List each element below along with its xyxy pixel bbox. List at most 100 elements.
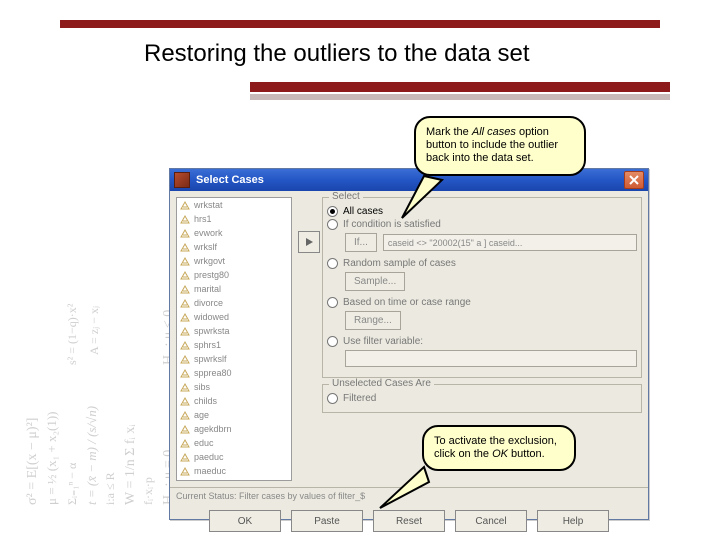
help-button[interactable]: Help [537,510,609,532]
paste-button[interactable]: Paste [291,510,363,532]
variable-type-icon [180,368,191,379]
variable-name: childs [194,396,217,406]
variable-item[interactable]: spwrksta [177,324,291,338]
variable-name: spwrksta [194,326,230,336]
filter-subrow [345,350,637,367]
triangle-right-icon [304,237,314,247]
variable-type-icon [180,382,191,393]
variable-type-icon [180,214,191,225]
option-label: Use filter variable: [343,336,423,347]
variable-type-icon [180,312,191,323]
option-label: Based on time or case range [343,297,471,308]
select-group: Select All cases If condition is satisfi… [322,197,642,378]
slide-accent-bars [250,82,670,100]
option-filtered[interactable]: Filtered [327,393,637,404]
close-button[interactable] [624,171,644,189]
callout-text: button. [508,448,545,460]
slide-top-bar [60,20,660,28]
callout-tail [374,464,434,514]
ok-button[interactable]: OK [209,510,281,532]
variable-type-icon [180,270,191,281]
variable-item[interactable]: widowed [177,310,291,324]
option-filter-variable[interactable]: Use filter variable: [327,336,637,347]
variable-name: age [194,410,209,420]
variable-item[interactable]: agekdbrn [177,422,291,436]
option-all-cases[interactable]: All cases [327,206,637,217]
radio-icon [327,393,338,404]
variable-item[interactable]: evwork [177,226,291,240]
range-button[interactable]: Range... [345,311,401,330]
svg-text:s² = (1−q)·x²: s² = (1−q)·x² [65,303,79,365]
callout-emphasis: OK [492,448,508,460]
variable-type-icon [180,284,191,295]
variable-name: marital [194,284,221,294]
variable-item[interactable]: educ [177,436,291,450]
variable-item[interactable]: sphrs1 [177,338,291,352]
radio-icon [327,297,338,308]
variable-item[interactable]: marital [177,282,291,296]
variable-name: sibs [194,382,210,392]
variable-name: wrkslf [194,242,217,252]
svg-text:Σᵢ₌₁ⁿ − α: Σᵢ₌₁ⁿ − α [65,462,79,505]
variable-item[interactable]: childs [177,394,291,408]
variable-name: paeduc [194,452,224,462]
variable-item[interactable]: prestg80 [177,268,291,282]
svg-text:i:a ≤ R: i:a ≤ R [103,472,117,505]
option-label: Filtered [343,393,376,404]
cancel-button[interactable]: Cancel [455,510,527,532]
variable-item[interactable]: sibs [177,380,291,394]
option-random-sample[interactable]: Random sample of cases [327,258,637,269]
option-time-range[interactable]: Based on time or case range [327,297,637,308]
svg-text:σ² = E[(x − μ)²]: σ² = E[(x − μ)²] [25,418,40,505]
radio-icon [327,219,338,230]
option-label: Random sample of cases [343,258,456,269]
variable-item[interactable]: age [177,408,291,422]
if-subrow: If... caseid <> "20002(15" a ] caseid... [345,233,637,252]
variable-item[interactable]: wrkslf [177,240,291,254]
radio-icon [327,258,338,269]
svg-text:A = zⱼ − xⱼ: A = zⱼ − xⱼ [87,306,101,355]
svg-text:W = 1/n Σ fᵢ xᵢ: W = 1/n Σ fᵢ xᵢ [123,424,138,505]
variable-item[interactable]: spprea80 [177,366,291,380]
variable-type-icon [180,298,191,309]
variable-type-icon [180,242,191,253]
variable-type-icon [180,256,191,267]
unselected-group-title: Unselected Cases Are [329,378,434,389]
move-right-button[interactable] [298,231,320,253]
unselected-group: Unselected Cases Are Filtered [322,384,642,413]
option-if-condition[interactable]: If condition is satisfied [327,219,637,230]
variable-item[interactable]: spwrkslf [177,352,291,366]
variable-item[interactable]: maeduc [177,464,291,478]
variable-type-icon [180,396,191,407]
variable-name: spwrkslf [194,354,227,364]
math-background: σ² = E[(x − μ)²] μ = ½ (x₁ + x₂(1)) Σᵢ₌₁… [18,75,183,515]
svg-text:μ = ½ (x₁ + x₂(1)): μ = ½ (x₁ + x₂(1)) [44,411,59,505]
range-subrow: Range... [345,311,637,330]
variable-item[interactable]: hrs1 [177,212,291,226]
variable-name: wrkstat [194,200,223,210]
svg-text:fᵢ·xᵢ·p: fᵢ·xᵢ·p [141,477,155,505]
sample-button[interactable]: Sample... [345,272,405,291]
variable-name: divorce [194,298,223,308]
variable-item[interactable]: paeduc [177,450,291,464]
close-icon [629,175,639,185]
variable-type-icon [180,466,191,477]
variable-name: hrs1 [194,214,212,224]
slide-title: Restoring the outliers to the data set [144,40,530,68]
callout-tail [398,174,458,224]
variable-type-icon [180,424,191,435]
variable-name: widowed [194,312,229,322]
if-condition-text: caseid <> "20002(15" a ] caseid... [383,234,637,251]
if-button[interactable]: If... [345,233,377,252]
variable-type-icon [180,340,191,351]
variable-name: wrkgovt [194,256,225,266]
variable-item[interactable]: wrkgovt [177,254,291,268]
variable-list[interactable]: wrkstat hrs1 evwork wrkslf wrkgovt prestg80 ma… [176,197,292,481]
variable-item[interactable]: wrkstat [177,198,291,212]
variable-type-icon [180,354,191,365]
variable-type-icon [180,438,191,449]
filter-variable-field[interactable] [345,350,637,367]
variable-type-icon [180,410,191,421]
variable-item[interactable]: divorce [177,296,291,310]
variable-name: evwork [194,228,223,238]
